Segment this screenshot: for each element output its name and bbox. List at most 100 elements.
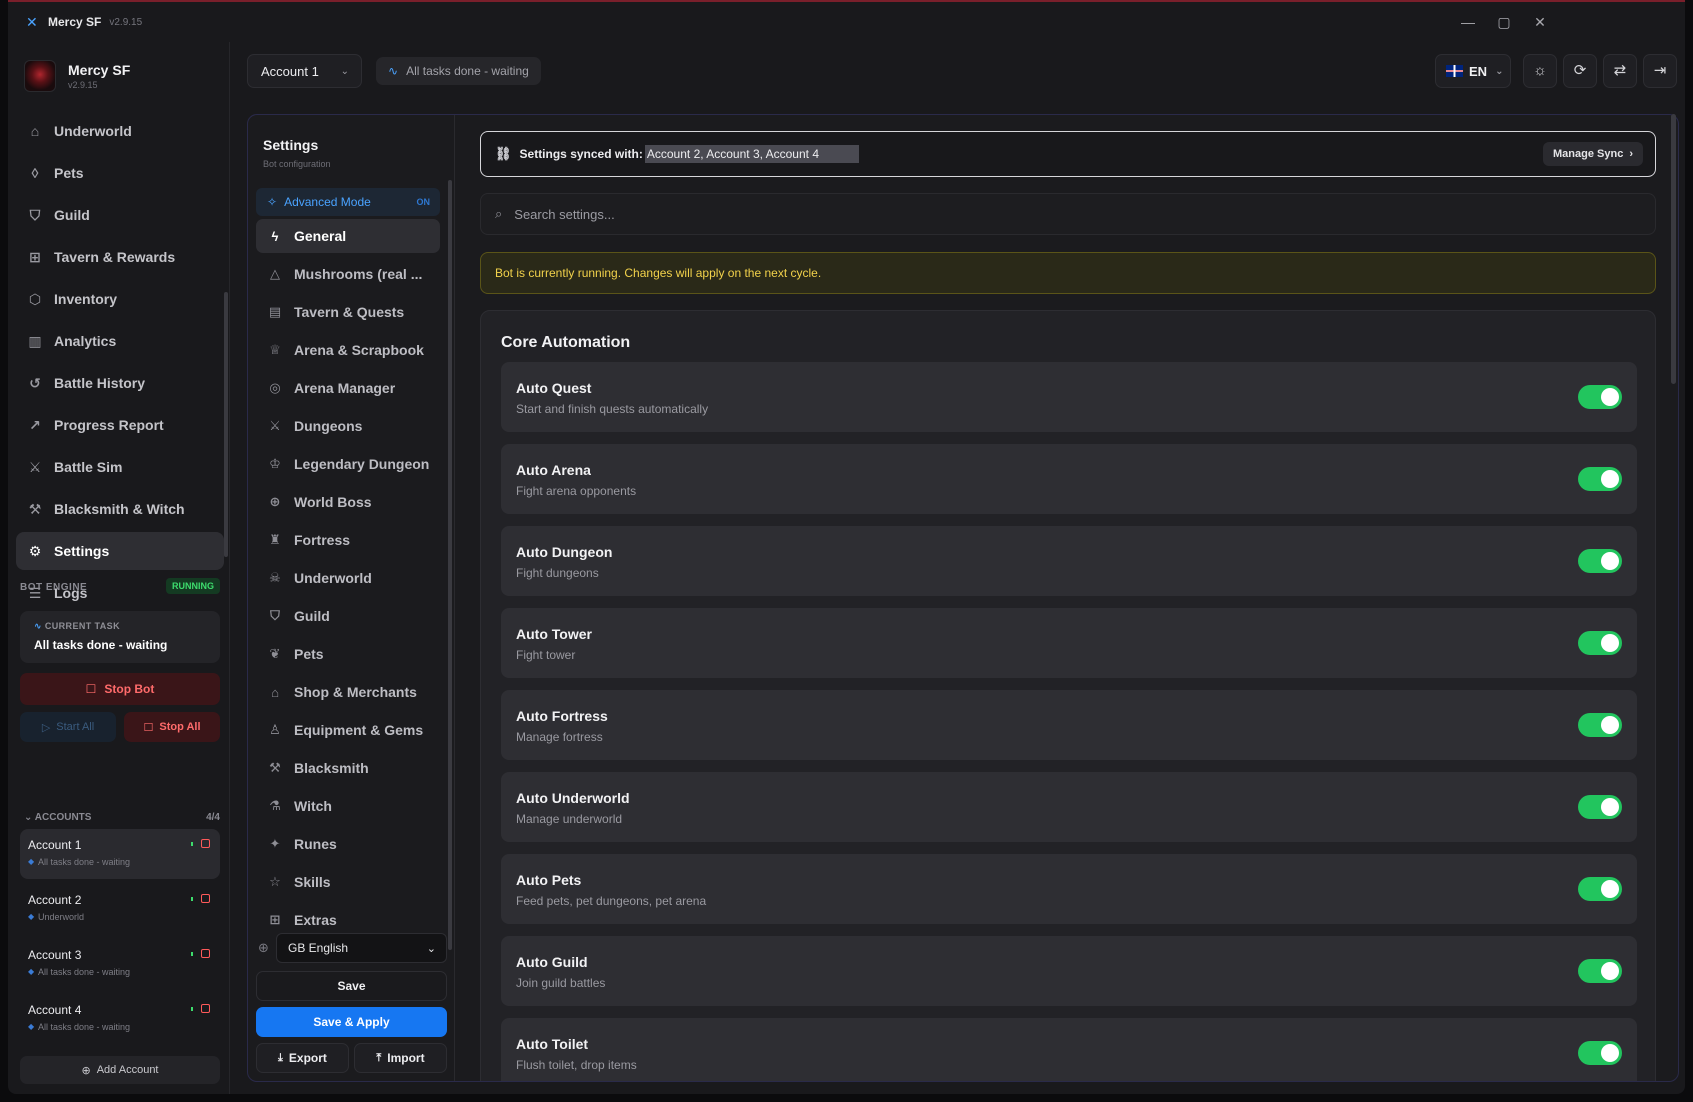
sidebar-item-analytics[interactable]: ▥ Analytics bbox=[16, 322, 224, 360]
import-button[interactable]: ⤒ Import bbox=[354, 1043, 447, 1073]
settings-tab-guild[interactable]: ⛉ Guild bbox=[256, 599, 440, 633]
settings-tab-arena-manager[interactable]: ◎ Arena Manager bbox=[256, 371, 440, 405]
settings-tab-fortress[interactable]: ♜ Fortress bbox=[256, 523, 440, 557]
sidebar-nav: ⌂ Underworld ◊ Pets ⛉ Guild ⊞ Tavern & Rewar… bbox=[16, 112, 224, 616]
theme-toggle-button[interactable]: ☼ bbox=[1523, 54, 1557, 88]
maximize-icon[interactable]: ▢ bbox=[1489, 10, 1519, 34]
settings-tab-equipment-gems[interactable]: ♙ Equipment & Gems bbox=[256, 713, 440, 747]
sidebar-item-battle-sim[interactable]: ⚔ Battle Sim bbox=[16, 448, 224, 486]
minimize-icon[interactable]: — bbox=[1453, 10, 1483, 34]
sidebar-item-inventory[interactable]: ⬡ Inventory bbox=[16, 280, 224, 318]
account-item-2[interactable]: Account 2 Underworld bbox=[20, 884, 220, 934]
bar-chart-icon: ▥ bbox=[28, 332, 42, 349]
main-scrollbar[interactable] bbox=[1671, 114, 1676, 384]
search-bar: ⌕ bbox=[480, 193, 1656, 235]
auto-dungeon-toggle[interactable] bbox=[1578, 549, 1622, 573]
setting-name: Auto Underworld bbox=[516, 790, 630, 806]
auto-fortress-toggle[interactable] bbox=[1578, 713, 1622, 737]
sidebar-item-label: Progress Report bbox=[54, 417, 164, 433]
stop-account-button[interactable] bbox=[201, 1004, 210, 1013]
stop-account-button[interactable] bbox=[201, 894, 210, 903]
sidebar-item-settings[interactable]: ⚙ Settings bbox=[16, 532, 224, 570]
crown-icon: ♔ bbox=[269, 456, 281, 471]
skull-icon: ☠ bbox=[269, 570, 281, 585]
auto-tower-toggle[interactable] bbox=[1578, 631, 1622, 655]
link-icon: ⛓ bbox=[495, 146, 512, 161]
settings-category-list: ϟ General △ Mushrooms (real ... ▤ Tavern & … bbox=[256, 219, 440, 949]
logout-button[interactable]: ⇥ bbox=[1643, 54, 1677, 88]
stop-all-button[interactable]: ☐ Stop All bbox=[124, 712, 220, 742]
save-apply-button[interactable]: Save & Apply bbox=[256, 1007, 447, 1037]
auto-guild-toggle[interactable] bbox=[1578, 959, 1622, 983]
sidebar-item-progress-report[interactable]: ↗ Progress Report bbox=[16, 406, 224, 444]
auto-pets-toggle[interactable] bbox=[1578, 877, 1622, 901]
settings-tab-blacksmith[interactable]: ⚒ Blacksmith bbox=[256, 751, 440, 785]
auto-quest-toggle[interactable] bbox=[1578, 385, 1622, 409]
language-select-value: GB English bbox=[288, 941, 349, 955]
sync-button[interactable]: ⇄ bbox=[1603, 54, 1637, 88]
accounts-count: 4/4 bbox=[206, 812, 220, 823]
setting-row-auto-arena: Auto Arena Fight arena opponents bbox=[501, 444, 1637, 514]
settings-tab-general[interactable]: ϟ General bbox=[256, 219, 440, 253]
settings-tab-underworld[interactable]: ☠ Underworld bbox=[256, 561, 440, 595]
brand-version: v2.9.15 bbox=[68, 80, 98, 90]
auto-arena-toggle[interactable] bbox=[1578, 467, 1622, 491]
accounts-header[interactable]: ⌄ ACCOUNTS 4/4 bbox=[24, 812, 220, 823]
sidebar-item-guild[interactable]: ⛉ Guild bbox=[16, 196, 224, 234]
settings-tab-runes[interactable]: ✦ Runes bbox=[256, 827, 440, 861]
stop-account-button[interactable] bbox=[201, 949, 210, 958]
star-icon: ☆ bbox=[269, 874, 281, 889]
setting-description: Fight dungeons bbox=[516, 566, 599, 580]
language-button[interactable]: EN ⌄ bbox=[1435, 54, 1511, 88]
trophy-icon: ♕ bbox=[269, 342, 281, 357]
auto-underworld-toggle[interactable] bbox=[1578, 795, 1622, 819]
account-name: Account 4 bbox=[28, 1003, 82, 1017]
setting-row-auto-fortress: Auto Fortress Manage fortress bbox=[501, 690, 1637, 760]
settings-tab-world-boss[interactable]: ⊕ World Boss bbox=[256, 485, 440, 519]
stop-bot-button[interactable]: ☐ Stop Bot bbox=[20, 673, 220, 705]
setting-description: Flush toilet, drop items bbox=[516, 1058, 637, 1072]
setting-description: Manage underworld bbox=[516, 812, 623, 826]
account-status: All tasks done - waiting bbox=[28, 857, 212, 867]
settings-tab-extras[interactable]: ⊞ Extras bbox=[256, 903, 440, 937]
advanced-mode-toggle[interactable]: ✧ Advanced Mode ON bbox=[256, 188, 440, 216]
manage-sync-button[interactable]: Manage Sync › bbox=[1543, 142, 1643, 166]
settings-tab-pets[interactable]: ❦ Pets bbox=[256, 637, 440, 671]
settings-tab-witch[interactable]: ⚗ Witch bbox=[256, 789, 440, 823]
settings-tab-arena-scrapbook[interactable]: ♕ Arena & Scrapbook bbox=[256, 333, 440, 367]
account-item-3[interactable]: Account 3 All tasks done - waiting bbox=[20, 939, 220, 989]
sidebar-item-blacksmith-witch[interactable]: ⚒ Blacksmith & Witch bbox=[16, 490, 224, 528]
settings-tab-tavern-quests[interactable]: ▤ Tavern & Quests bbox=[256, 295, 440, 329]
account-item-1[interactable]: Account 1 All tasks done - waiting bbox=[20, 829, 220, 879]
settings-nav-scrollbar[interactable] bbox=[448, 180, 452, 950]
settings-tab-skills[interactable]: ☆ Skills bbox=[256, 865, 440, 899]
auto-toilet-toggle[interactable] bbox=[1578, 1041, 1622, 1065]
shield-icon: ⛉ bbox=[270, 608, 280, 623]
running-warning: Bot is currently running. Changes will a… bbox=[480, 252, 1656, 294]
account-select[interactable]: Account 1 ⌄ bbox=[247, 54, 362, 88]
settings-tab-dungeons[interactable]: ⚔ Dungeons bbox=[256, 409, 440, 443]
export-button[interactable]: ⤓ Export bbox=[256, 1043, 349, 1073]
sidebar-item-battle-history[interactable]: ↺ Battle History bbox=[16, 364, 224, 402]
language-select[interactable]: GB English ⌄ bbox=[276, 933, 447, 963]
close-icon[interactable]: ✕ bbox=[1525, 10, 1555, 34]
add-account-button[interactable]: ⊕ Add Account bbox=[20, 1056, 220, 1084]
sidebar-item-underworld[interactable]: ⌂ Underworld bbox=[16, 112, 224, 150]
save-button[interactable]: Save bbox=[256, 971, 447, 1001]
sidebar-item-tavern-rewards[interactable]: ⊞ Tavern & Rewards bbox=[16, 238, 224, 276]
sidebar-item-label: Battle Sim bbox=[54, 459, 123, 475]
stop-account-button[interactable] bbox=[201, 839, 210, 848]
start-all-button[interactable]: ▷ Start All bbox=[20, 712, 116, 742]
settings-tab-legendary-dungeon[interactable]: ♔ Legendary Dungeon bbox=[256, 447, 440, 481]
setting-name: Auto Guild bbox=[516, 954, 588, 970]
window-version: v2.9.15 bbox=[109, 16, 143, 28]
settings-tab-mushrooms[interactable]: △ Mushrooms (real ... bbox=[256, 257, 440, 291]
account-item-4[interactable]: Account 4 All tasks done - waiting bbox=[20, 994, 220, 1044]
refresh-button[interactable]: ⟳ bbox=[1563, 54, 1597, 88]
search-input[interactable] bbox=[514, 206, 1559, 222]
settings-tab-shop-merchants[interactable]: ⌂ Shop & Merchants bbox=[256, 675, 440, 709]
sidebar-scrollbar[interactable] bbox=[224, 292, 228, 557]
sidebar-item-pets[interactable]: ◊ Pets bbox=[16, 154, 224, 192]
sidebar-item-label: Pets bbox=[54, 165, 84, 181]
account-status: All tasks done - waiting bbox=[28, 1022, 212, 1032]
